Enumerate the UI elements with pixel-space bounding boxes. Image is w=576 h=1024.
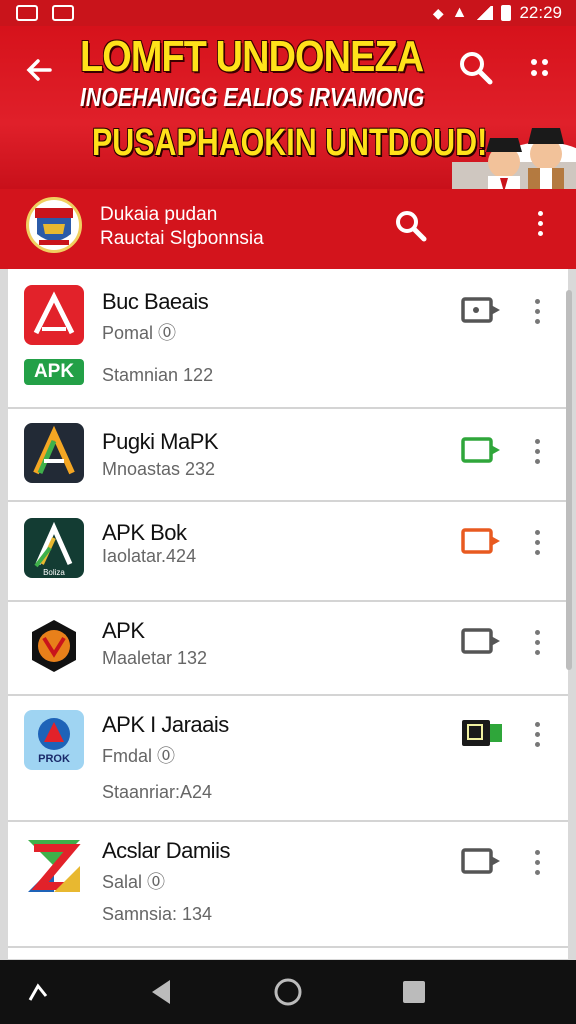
- install-icon[interactable]: [460, 295, 504, 325]
- home-nav-icon[interactable]: [270, 974, 306, 1010]
- emblem-logo: [26, 197, 82, 253]
- sub-header-line1: Dukaia pudan: [100, 204, 218, 225]
- app-icon: Boliza: [24, 518, 84, 578]
- vibrate-icon: ◆: [432, 4, 444, 21]
- more-vert-icon: [534, 722, 540, 727]
- install-icon[interactable]: [460, 718, 504, 748]
- back-nav-icon[interactable]: [144, 974, 180, 1010]
- app-name: Acslar Damiis: [102, 838, 230, 863]
- list-item[interactable]: Buc Baeais Pomal ⓪ APK Stamnian 122: [8, 269, 568, 409]
- status-time: 22:29: [519, 3, 562, 22]
- install-icon[interactable]: [460, 846, 504, 876]
- recents-nav-icon[interactable]: [396, 974, 432, 1010]
- rotate-icon[interactable]: [20, 974, 56, 1010]
- sub-search-button[interactable]: [392, 207, 430, 245]
- gallery-notification-icon: [52, 5, 74, 21]
- wifi-icon: ▲: [451, 4, 468, 21]
- row-overflow-menu[interactable]: [532, 299, 542, 329]
- app-stat: Stamnian 122: [102, 365, 214, 385]
- more-vert-icon: [534, 530, 540, 535]
- sub-header-line2: Rauctai Slgbonnsia: [100, 228, 264, 249]
- signal-icon: [475, 6, 494, 20]
- app-stat: Staanriar:A24: [102, 782, 213, 802]
- row-overflow-menu[interactable]: [532, 722, 542, 752]
- app-subtitle: Iaolatar.424: [102, 546, 197, 566]
- app-icon: [24, 423, 84, 483]
- app-name: APK I Jaraais: [102, 712, 229, 737]
- more-vert-icon: [534, 850, 540, 855]
- banner-menu-button[interactable]: [528, 56, 554, 82]
- sub-overflow-menu-button[interactable]: [534, 211, 546, 241]
- app-name: APK Bok: [102, 520, 187, 545]
- banner-search-button[interactable]: [456, 48, 496, 88]
- app-icon: [24, 616, 84, 676]
- install-icon[interactable]: [460, 435, 504, 465]
- navigation-bar: [0, 960, 576, 1024]
- list-item[interactable]: Pugki MaPK Mnoastas 232: [8, 409, 568, 502]
- list-item[interactable]: Boliza APK Bok Iaolatar.424: [8, 502, 568, 602]
- list-item[interactable]: PROK APK I Jaraais Fmdal ⓪ Staanriar:A24: [8, 696, 568, 822]
- notification-icon: [16, 5, 38, 21]
- search-icon: [460, 52, 493, 85]
- app-icon: [24, 836, 84, 896]
- svg-text:PROK: PROK: [38, 753, 70, 765]
- banner-title: LOMFT UNDONEZA: [80, 32, 424, 81]
- row-overflow-menu[interactable]: [532, 439, 542, 469]
- svg-text:Boliza: Boliza: [43, 568, 65, 577]
- menu-dots-icon: [531, 59, 537, 65]
- app-name: APK: [102, 618, 145, 643]
- more-vert-icon: [534, 299, 540, 304]
- install-icon[interactable]: [460, 626, 504, 656]
- more-vert-icon: [534, 630, 540, 635]
- app-name: Buc Baeais: [102, 289, 209, 314]
- sub-header: Dukaia pudan Rauctai Slgbonnsia: [0, 189, 576, 269]
- search-icon: [396, 211, 427, 242]
- sub-header-text: Dukaia pudan Rauctai Slgbonnsia: [100, 203, 264, 251]
- apk-badge: APK: [24, 359, 84, 385]
- promo-banner: LOMFT UNDONEZA INOEHANIGG EALIOS IRVAMON…: [0, 26, 576, 189]
- app-subtitle: Pomal ⓪: [102, 323, 177, 343]
- app-icon: PROK: [24, 710, 84, 770]
- app-subtitle: Fmdal ⓪: [102, 746, 176, 766]
- app-subtitle: Mnoastas 232: [102, 459, 216, 479]
- banner-subtitle: INOEHANIGG EALIOS IRVAMONG: [80, 82, 425, 112]
- status-bar: ◆ ▲ 22:29: [0, 0, 576, 26]
- banner-slogan: PUSAPHAOKIN UNTDOUD!: [92, 122, 488, 164]
- app-subtitle: Salal ⓪: [102, 872, 166, 892]
- scrollbar[interactable]: [566, 290, 572, 670]
- list-item[interactable]: Acslar Damiis Salal ⓪ Samnsia: 134: [8, 822, 568, 948]
- row-overflow-menu[interactable]: [532, 530, 542, 560]
- back-button[interactable]: [20, 50, 60, 90]
- app-icon: [24, 285, 84, 345]
- more-vert-icon: [534, 439, 540, 444]
- battery-icon: [501, 5, 512, 21]
- more-vert-icon: [537, 211, 543, 216]
- app-stat: Samnsia: 134: [102, 904, 213, 924]
- row-overflow-menu[interactable]: [532, 850, 542, 880]
- people-illustration: [452, 128, 576, 189]
- install-icon[interactable]: [460, 526, 504, 556]
- back-arrow-icon: [26, 59, 52, 81]
- app-subtitle: Maaletar 132: [102, 648, 208, 668]
- app-list: Buc Baeais Pomal ⓪ APK Stamnian 122 Pugk…: [8, 269, 568, 959]
- row-overflow-menu[interactable]: [532, 630, 542, 660]
- list-item[interactable]: APK Maaletar 132: [8, 602, 568, 696]
- app-name: Pugki MaPK: [102, 429, 219, 454]
